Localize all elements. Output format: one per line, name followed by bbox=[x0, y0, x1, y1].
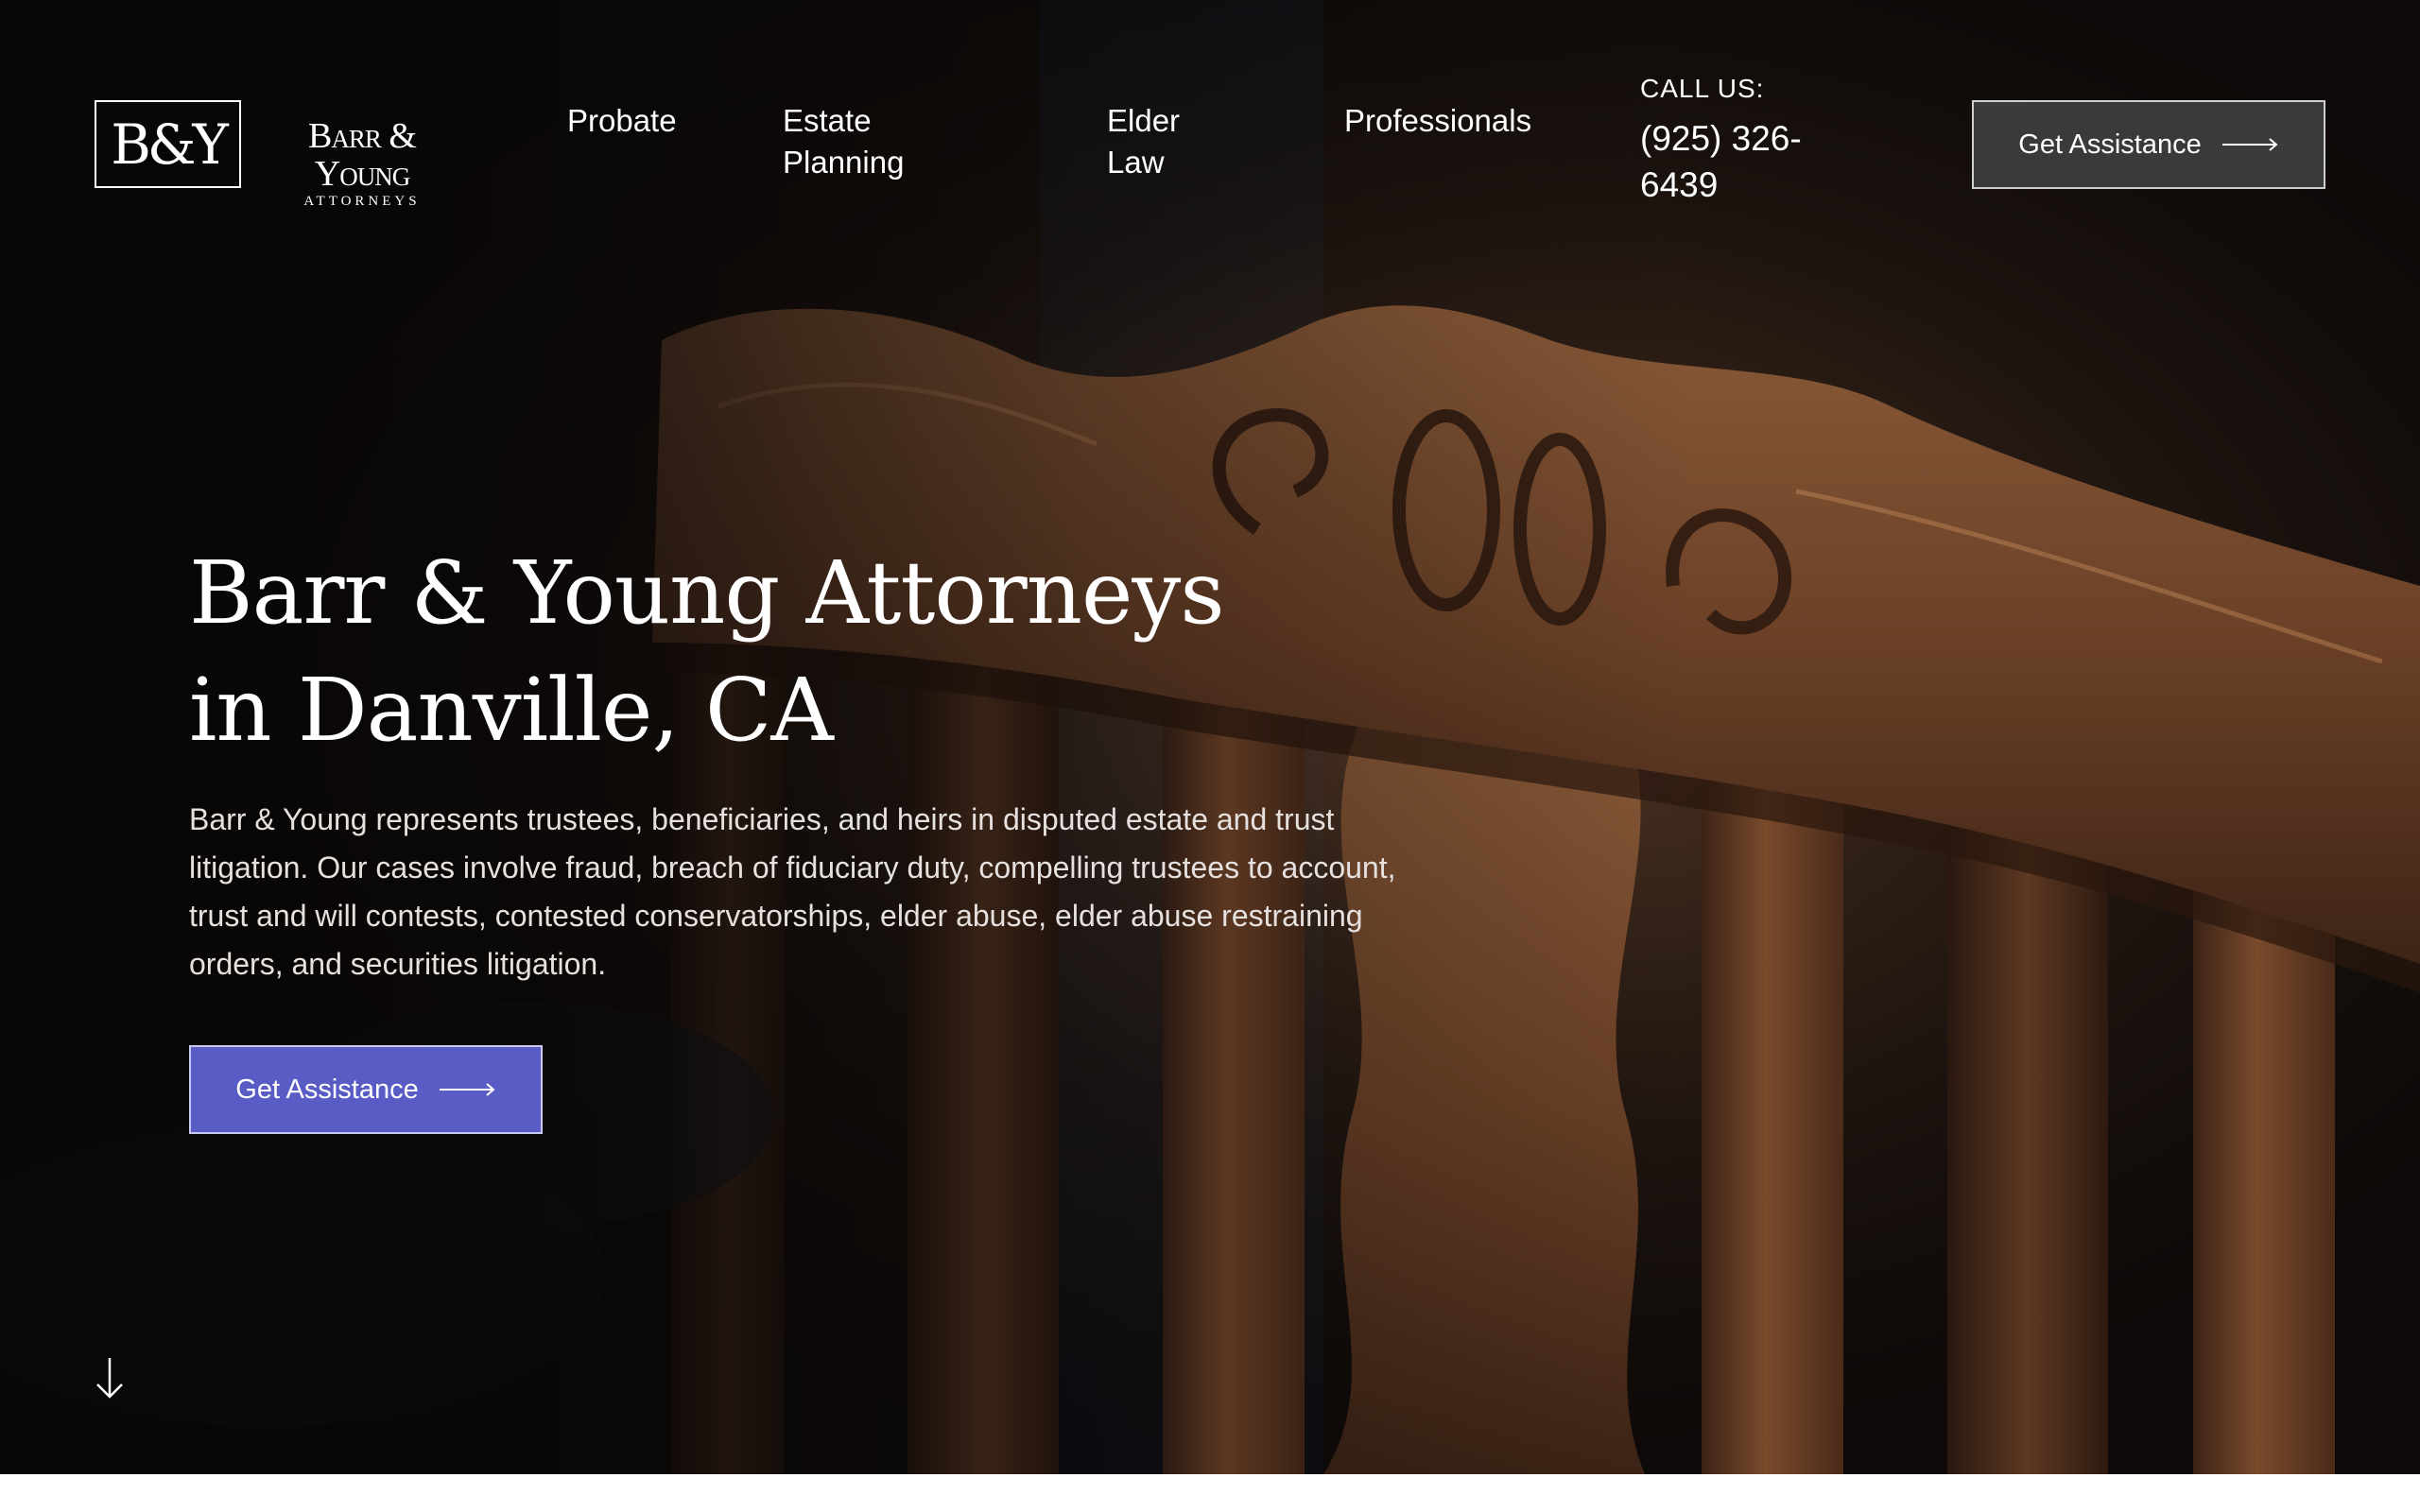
logo-name: Barr & Young bbox=[308, 116, 417, 194]
phone-link[interactable]: (925) 326-6439 bbox=[1640, 115, 1848, 208]
home-page: B&Y Barr & Young ATTORNEYS Probate Estat… bbox=[0, 0, 2420, 1512]
long-arrow-right-icon bbox=[439, 1083, 495, 1096]
logo-tagline: ATTORNEYS bbox=[303, 194, 421, 209]
hero-title-line-2: in Danville, CA bbox=[189, 660, 834, 761]
hero-title: Barr & Young Attorneys in Danville, CA bbox=[189, 535, 1418, 769]
arrow-down-icon[interactable] bbox=[93, 1356, 127, 1400]
logo-wordmark[interactable]: Barr & Young ATTORNEYS bbox=[263, 117, 461, 209]
nav-item-estate-planning[interactable]: Estate Planning bbox=[783, 100, 953, 183]
page-bottom-strip bbox=[0, 1474, 2420, 1512]
hero-get-assistance-button[interactable]: Get Assistance bbox=[189, 1045, 543, 1134]
call-us-label: CALL US: bbox=[1640, 74, 1765, 103]
logo-monogram-box[interactable]: B&Y bbox=[95, 100, 241, 188]
nav-item-professionals[interactable]: Professionals bbox=[1344, 100, 1571, 142]
header-get-assistance-button[interactable]: Get Assistance bbox=[1972, 100, 2325, 189]
long-arrow-right-icon bbox=[2221, 138, 2278, 151]
logo-monogram: B&Y bbox=[111, 112, 229, 177]
hero-title-line-1: Barr & Young Attorneys bbox=[189, 542, 1225, 644]
nav-item-elder-law[interactable]: Elder Law bbox=[1107, 100, 1211, 183]
hero-description: Barr & Young represents trustees, benefi… bbox=[189, 802, 1396, 981]
nav-item-probate[interactable]: Probate bbox=[567, 100, 728, 142]
hero-cta-label: Get Assistance bbox=[235, 1074, 419, 1105]
header-cta-label: Get Assistance bbox=[2018, 129, 2202, 160]
